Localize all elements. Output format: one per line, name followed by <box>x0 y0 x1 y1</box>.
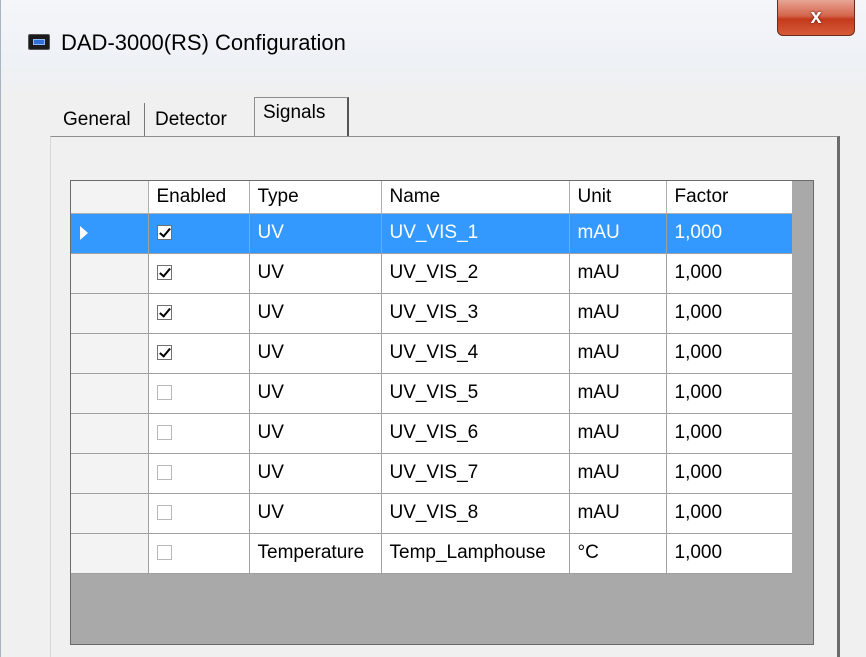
factor-cell[interactable]: 1,000 <box>666 533 793 574</box>
name-cell[interactable]: UV_VIS_8 <box>381 493 570 534</box>
unit-cell[interactable]: mAU <box>569 373 667 414</box>
column-header-type[interactable]: Type <box>249 181 382 214</box>
tab-general-label: General <box>63 109 131 130</box>
enabled-cell <box>148 413 250 454</box>
table-row[interactable]: UV UV_VIS_7 mAU 1,000 <box>71 453 793 494</box>
column-header-name[interactable]: Name <box>381 181 570 214</box>
unit-cell[interactable]: mAU <box>569 493 667 534</box>
app-icon <box>28 34 50 50</box>
table-row[interactable]: UV UV_VIS_6 mAU 1,000 <box>71 413 793 454</box>
window-title: DAD-3000(RS) Configuration <box>61 30 346 55</box>
row-header[interactable] <box>71 453 149 494</box>
tab-signals[interactable]: Signals <box>254 97 349 138</box>
grid-corner-header <box>71 181 149 214</box>
type-cell[interactable]: UV <box>249 493 382 534</box>
table-row[interactable]: UV UV_VIS_3 mAU 1,000 <box>71 293 793 334</box>
row-header[interactable] <box>71 333 149 374</box>
factor-cell[interactable]: 1,000 <box>666 413 793 454</box>
factor-cell[interactable]: 1,000 <box>666 333 793 374</box>
type-cell[interactable]: UV <box>249 373 382 414</box>
enabled-checkbox[interactable] <box>156 545 172 561</box>
name-cell[interactable]: UV_VIS_2 <box>381 253 570 294</box>
type-cell[interactable]: Temperature <box>249 533 382 574</box>
enabled-checkbox[interactable] <box>156 385 172 401</box>
enabled-cell <box>148 333 250 374</box>
table-row[interactable]: UV UV_VIS_4 mAU 1,000 <box>71 333 793 374</box>
enabled-cell <box>148 213 250 254</box>
tab-detector[interactable]: Detector <box>147 103 253 137</box>
tab-detector-label: Detector <box>155 109 227 130</box>
factor-cell[interactable]: 1,000 <box>666 213 793 254</box>
current-row-arrow-icon <box>80 225 88 240</box>
type-cell[interactable]: UV <box>249 253 382 294</box>
factor-cell[interactable]: 1,000 <box>666 293 793 334</box>
unit-cell[interactable]: mAU <box>569 293 667 334</box>
enabled-cell <box>148 533 250 574</box>
column-header-factor[interactable]: Factor <box>666 181 793 214</box>
row-header[interactable] <box>71 213 149 254</box>
enabled-checkbox[interactable] <box>156 425 172 441</box>
table-row[interactable]: UV UV_VIS_8 mAU 1,000 <box>71 493 793 534</box>
type-cell[interactable]: UV <box>249 213 382 254</box>
name-cell[interactable]: UV_VIS_7 <box>381 453 570 494</box>
unit-cell[interactable]: mAU <box>569 213 667 254</box>
grid-body: UV UV_VIS_1 mAU 1,000 UV UV_VIS_2 mAU 1,000 UV UV… <box>71 213 793 574</box>
grid-header-row: Enabled Type Name Unit Factor <box>71 181 793 214</box>
unit-cell[interactable]: mAU <box>569 333 667 374</box>
enabled-checkbox[interactable] <box>156 225 172 241</box>
enabled-cell <box>148 493 250 534</box>
type-cell[interactable]: UV <box>249 413 382 454</box>
config-dialog: DAD-3000(RS) Configuration x General Det… <box>0 0 866 657</box>
enabled-checkbox[interactable] <box>156 345 172 361</box>
name-cell[interactable]: Temp_Lamphouse <box>381 533 570 574</box>
enabled-cell <box>148 293 250 334</box>
row-header[interactable] <box>71 413 149 454</box>
row-header[interactable] <box>71 293 149 334</box>
type-cell[interactable]: UV <box>249 453 382 494</box>
unit-cell[interactable]: mAU <box>569 453 667 494</box>
table-row[interactable]: UV UV_VIS_5 mAU 1,000 <box>71 373 793 414</box>
row-header[interactable] <box>71 533 149 574</box>
name-cell[interactable]: UV_VIS_3 <box>381 293 570 334</box>
unit-cell[interactable]: mAU <box>569 253 667 294</box>
table-row[interactable]: UV UV_VIS_2 mAU 1,000 <box>71 253 793 294</box>
enabled-cell <box>148 453 250 494</box>
enabled-checkbox[interactable] <box>156 265 172 281</box>
row-header[interactable] <box>71 373 149 414</box>
table-row[interactable]: UV UV_VIS_1 mAU 1,000 <box>71 213 793 254</box>
factor-cell[interactable]: 1,000 <box>666 453 793 494</box>
signals-table: Enabled Type Name Unit Factor UV UV_VIS_1… <box>71 181 793 574</box>
title-bar[interactable]: DAD-3000(RS) Configuration x <box>1 0 866 80</box>
factor-cell[interactable]: 1,000 <box>666 493 793 534</box>
enabled-cell <box>148 373 250 414</box>
type-cell[interactable]: UV <box>249 333 382 374</box>
name-cell[interactable]: UV_VIS_1 <box>381 213 570 254</box>
signals-grid[interactable]: Enabled Type Name Unit Factor UV UV_VIS_1… <box>70 180 814 645</box>
factor-cell[interactable]: 1,000 <box>666 253 793 294</box>
factor-cell[interactable]: 1,000 <box>666 373 793 414</box>
enabled-checkbox[interactable] <box>156 305 172 321</box>
table-row[interactable]: Temperature Temp_Lamphouse °C 1,000 <box>71 533 793 574</box>
close-icon: x <box>810 6 822 28</box>
tab-signals-label: Signals <box>263 102 326 123</box>
unit-cell[interactable]: °C <box>569 533 667 574</box>
type-cell[interactable]: UV <box>249 293 382 334</box>
tab-general[interactable]: General <box>55 103 145 137</box>
name-cell[interactable]: UV_VIS_5 <box>381 373 570 414</box>
unit-cell[interactable]: mAU <box>569 413 667 454</box>
enabled-checkbox[interactable] <box>156 505 172 521</box>
enabled-checkbox[interactable] <box>156 465 172 481</box>
row-header[interactable] <box>71 253 149 294</box>
close-button[interactable]: x <box>777 0 855 36</box>
name-cell[interactable]: UV_VIS_6 <box>381 413 570 454</box>
enabled-cell <box>148 253 250 294</box>
name-cell[interactable]: UV_VIS_4 <box>381 333 570 374</box>
row-header[interactable] <box>71 493 149 534</box>
column-header-enabled[interactable]: Enabled <box>148 181 250 214</box>
grid-scroll-area <box>792 181 813 644</box>
column-header-unit[interactable]: Unit <box>569 181 667 214</box>
